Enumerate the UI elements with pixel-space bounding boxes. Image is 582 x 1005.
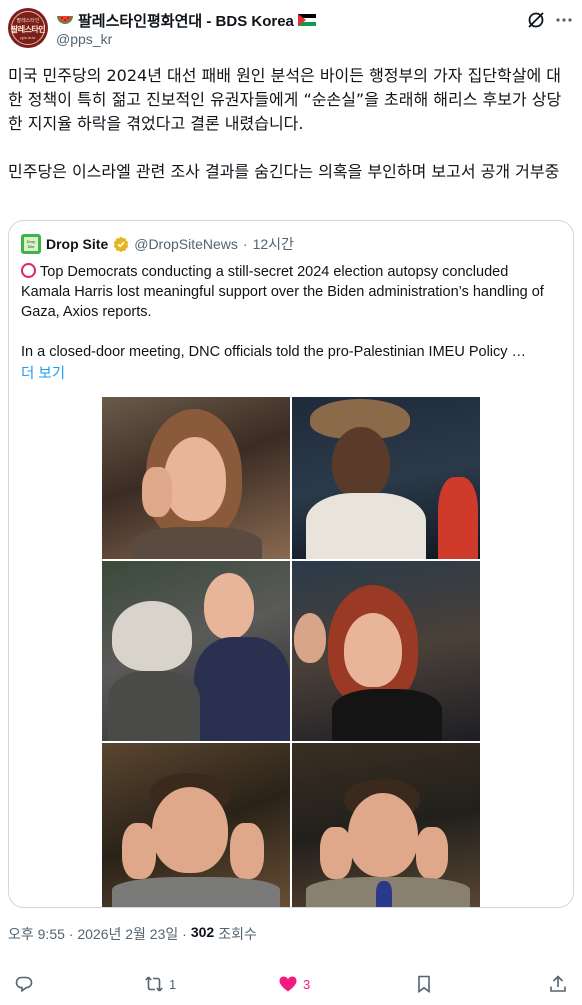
- share-button[interactable]: [548, 974, 568, 994]
- quoted-text-paragraph-1: Top Democrats conducting a still-secret …: [21, 264, 548, 320]
- quoted-time[interactable]: 12시간: [253, 234, 294, 254]
- views-count: 302: [190, 924, 215, 940]
- views-label: 조회수: [218, 926, 257, 942]
- verified-badge-icon: [114, 236, 129, 252]
- show-more-link[interactable]: 더 보기: [21, 362, 65, 383]
- post-timestamp-row: 오후 9:55 · 2026년 2월 23일 · 302 조회수: [8, 924, 257, 944]
- grok-icon[interactable]: [526, 10, 546, 30]
- retweet-icon: [145, 976, 163, 992]
- quoted-avatar[interactable]: Drop Site: [21, 234, 41, 254]
- like-button[interactable]: 3: [278, 974, 310, 994]
- quoted-author-handle[interactable]: @DropSiteNews: [134, 236, 238, 252]
- retweet-count: 1: [169, 976, 177, 992]
- media-image-6[interactable]: [292, 743, 480, 907]
- post-text: 미국 민주당의 2024년 대선 패배 원인 분석은 바이든 행정부의 가자 집…: [8, 66, 562, 181]
- quoted-post-header: Drop Site Drop Site @DropSiteNews · 12시간: [21, 234, 294, 254]
- author-handle[interactable]: @pps_kr: [56, 31, 112, 47]
- palestine-flag-icon: [297, 14, 316, 26]
- reply-icon: [15, 976, 33, 993]
- avatar-text-top: 팔레스타인: [16, 18, 40, 24]
- bookmark-icon: [418, 975, 430, 994]
- media-image-5[interactable]: [102, 743, 290, 907]
- author-name[interactable]: 팔레스타인평화연대 - BDS Korea: [78, 10, 294, 31]
- bookmark-button[interactable]: [414, 974, 434, 994]
- quoted-separator: ·: [242, 236, 248, 252]
- media-image-1[interactable]: [102, 397, 290, 559]
- reply-button[interactable]: [14, 974, 39, 994]
- avatar[interactable]: 팔레스타인 팔레스타인 pps.or.kr: [8, 8, 48, 48]
- watermelon-icon: [57, 16, 73, 24]
- like-count: 3: [303, 976, 311, 992]
- share-icon: [550, 975, 566, 992]
- quoted-text: Top Democrats conducting a still-secret …: [21, 262, 561, 362]
- post-actions: 1 3: [8, 974, 574, 1000]
- like-icon: [279, 976, 297, 992]
- author-name-row[interactable]: 팔레스타인평화연대 - BDS Korea: [56, 10, 316, 30]
- post-timestamp[interactable]: 오후 9:55 · 2026년 2월 23일 ·: [8, 924, 187, 944]
- avatar-text-bottom: pps.or.kr: [20, 35, 36, 40]
- media-image-2[interactable]: [292, 397, 480, 559]
- retweet-button[interactable]: 1: [144, 974, 176, 994]
- media-image-4[interactable]: [292, 561, 480, 741]
- quoted-text-paragraph-2: In a closed-door meeting, DNC officials …: [21, 344, 527, 360]
- more-icon[interactable]: [554, 10, 574, 30]
- avatar-text-main: 팔레스타인: [10, 25, 46, 34]
- post-header: 팔레스타인 팔레스타인 pps.or.kr 팔레스타인평화연대 - BDS Ko…: [8, 8, 574, 52]
- media-image-3[interactable]: [102, 561, 290, 741]
- red-circle-icon: [21, 263, 36, 278]
- quoted-media-grid[interactable]: [102, 397, 480, 907]
- quoted-author-name[interactable]: Drop Site: [46, 236, 108, 252]
- quoted-post[interactable]: Drop Site Drop Site @DropSiteNews · 12시간…: [8, 220, 574, 908]
